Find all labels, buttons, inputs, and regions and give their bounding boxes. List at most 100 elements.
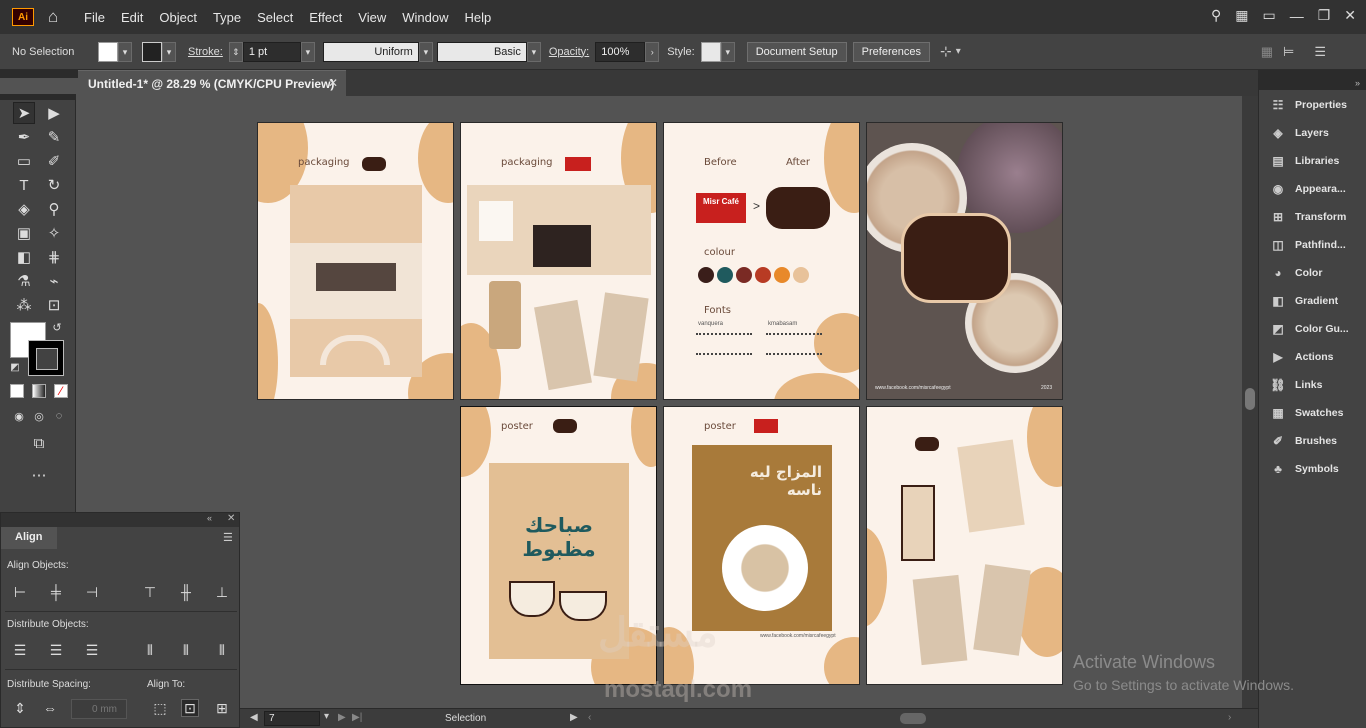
align-vertical-center-icon[interactable]: ╫ bbox=[177, 583, 195, 601]
artboard-dropdown-icon[interactable]: ▾ bbox=[324, 711, 329, 722]
menu-type[interactable]: Type bbox=[213, 10, 241, 25]
color-mode-icon[interactable] bbox=[10, 384, 24, 398]
close-tab-icon[interactable]: ✕ bbox=[328, 76, 338, 90]
spacing-input[interactable]: 0 mm bbox=[71, 699, 127, 719]
artboard-photo[interactable]: www.facebook.com/misrcafeegypt 2023 bbox=[866, 122, 1063, 400]
vertical-scroll-thumb[interactable] bbox=[1245, 388, 1255, 410]
align-options-icon[interactable]: ⊨ bbox=[1283, 44, 1294, 60]
draw-behind-icon[interactable]: ◎ bbox=[31, 408, 47, 424]
panel-options-icon[interactable]: ☰ bbox=[223, 531, 233, 544]
restore-icon[interactable]: ❐ bbox=[1318, 7, 1331, 24]
last-artboard-icon[interactable]: ▶| bbox=[352, 712, 362, 723]
horizontal-scroll-thumb[interactable] bbox=[900, 713, 926, 724]
artboard-number-input[interactable]: 7 bbox=[264, 711, 320, 726]
close-panel-icon[interactable]: ✕ bbox=[227, 513, 235, 524]
none-mode-icon[interactable]: ⁄ bbox=[54, 384, 68, 398]
eyedropper-tool-icon[interactable]: ⚗ bbox=[13, 270, 35, 292]
panel-symbols[interactable]: ♣ Symbols bbox=[1269, 462, 1339, 476]
collapse-panel-icon[interactable]: « bbox=[207, 513, 212, 523]
artboard-packaging-2[interactable]: packaging bbox=[460, 122, 657, 400]
symbol-sprayer-tool-icon[interactable]: ⁂ bbox=[13, 294, 35, 316]
align-grid-icon[interactable]: ▦ bbox=[1261, 44, 1273, 60]
panel-libraries[interactable]: ▤ Libraries bbox=[1269, 154, 1339, 168]
type-tool-icon[interactable]: T bbox=[13, 174, 35, 196]
align-bottom-icon[interactable]: ⊥ bbox=[213, 583, 231, 601]
align-to-artboard-icon[interactable]: ⊡ bbox=[181, 699, 199, 717]
preferences-button[interactable]: Preferences bbox=[852, 41, 930, 62]
panel-brushes[interactable]: ✐ Brushes bbox=[1269, 434, 1337, 448]
opacity-arrow[interactable]: › bbox=[645, 41, 660, 62]
panel-pathfinder[interactable]: ◫ Pathfind... bbox=[1269, 238, 1345, 252]
document-setup-button[interactable]: Document Setup bbox=[746, 41, 847, 62]
horizontal-spacing-icon[interactable]: ⇔ bbox=[41, 699, 59, 717]
stroke-swatch[interactable] bbox=[142, 41, 162, 62]
artboard-mockups[interactable] bbox=[866, 406, 1063, 685]
pen-tool-icon[interactable]: ✒ bbox=[13, 126, 35, 148]
panel-gradient[interactable]: ◧ Gradient bbox=[1269, 294, 1338, 308]
default-colors-icon[interactable]: ◩ bbox=[8, 360, 22, 374]
gradient-mode-icon[interactable] bbox=[32, 384, 46, 398]
distribute-horizontal-center-icon[interactable]: ⫴ bbox=[177, 641, 195, 659]
prev-artboard-icon[interactable]: ◀ bbox=[250, 712, 258, 723]
gradient-tool-icon[interactable]: ◧ bbox=[13, 246, 35, 268]
menu-edit[interactable]: Edit bbox=[121, 10, 143, 25]
align-tab[interactable]: Align bbox=[1, 527, 57, 549]
align-to-key-object-icon[interactable]: ⊞ bbox=[213, 699, 231, 717]
fill-dropdown[interactable]: ▾ bbox=[118, 41, 132, 62]
screen-mode-icon[interactable]: ⧉ bbox=[28, 432, 50, 454]
stroke-label[interactable]: Stroke: bbox=[188, 46, 223, 58]
panel-links[interactable]: ⛓ Links bbox=[1269, 378, 1322, 392]
close-window-icon[interactable]: ✕ bbox=[1344, 7, 1356, 24]
align-to-selection-icon[interactable]: ⬚ bbox=[151, 699, 169, 717]
distribute-vertical-center-icon[interactable]: ☰ bbox=[47, 641, 65, 659]
mesh-tool-icon[interactable]: ⋕ bbox=[43, 246, 65, 268]
vertical-scrollbar[interactable] bbox=[1242, 96, 1258, 708]
expand-panels-icon[interactable]: » bbox=[1355, 78, 1360, 88]
distribute-left-icon[interactable]: ⫴ bbox=[141, 641, 159, 659]
stroke-weight-dropdown[interactable]: ▾ bbox=[300, 41, 315, 62]
stroke-color-dropdown[interactable]: ▾ bbox=[162, 41, 176, 62]
arrange-icon[interactable]: ⊹ bbox=[940, 43, 952, 60]
style-dropdown[interactable]: ▾ bbox=[720, 41, 735, 62]
stroke-profile-select[interactable]: Uniform bbox=[322, 41, 419, 62]
align-right-icon[interactable]: ⊣ bbox=[83, 583, 101, 601]
artboard-branding[interactable]: Before After Misr Café > colour Fonts va… bbox=[663, 122, 860, 400]
status-menu-icon[interactable]: ▶ bbox=[570, 712, 578, 723]
stroke-weight-input[interactable]: 1 pt bbox=[242, 41, 301, 62]
arrange-dropdown-icon[interactable]: ▾ bbox=[956, 46, 961, 57]
document-tab[interactable]: Untitled-1* @ 28.29 % (CMYK/CPU Preview)… bbox=[78, 70, 346, 96]
align-top-icon[interactable]: ⊤ bbox=[141, 583, 159, 601]
artboard-packaging-1[interactable]: packaging bbox=[257, 122, 454, 400]
panel-transform[interactable]: ⊞ Transform bbox=[1269, 210, 1346, 224]
paintbrush-tool-icon[interactable]: ✐ bbox=[43, 150, 65, 172]
eraser-tool-icon[interactable]: ◈ bbox=[13, 198, 35, 220]
minimize-icon[interactable]: — bbox=[1290, 8, 1304, 24]
panel-swatches[interactable]: ▦ Swatches bbox=[1269, 406, 1343, 420]
artboard-tool-icon[interactable]: ⊡ bbox=[43, 294, 65, 316]
panel-color-guide[interactable]: ◩ Color Gu... bbox=[1269, 322, 1348, 336]
stroke-profile-dropdown[interactable]: ▾ bbox=[418, 41, 433, 62]
panel-properties[interactable]: ☷ Properties bbox=[1269, 98, 1347, 112]
panel-menu-icon[interactable]: ☰ bbox=[1314, 44, 1326, 60]
next-artboard-icon[interactable]: ▶ bbox=[338, 712, 346, 723]
menu-select[interactable]: Select bbox=[257, 10, 293, 25]
opacity-input[interactable]: 100% bbox=[595, 41, 646, 62]
edit-toolbar-icon[interactable]: ⋯ bbox=[28, 464, 50, 486]
graphic-style-swatch[interactable] bbox=[700, 41, 721, 62]
blend-tool-icon[interactable]: ⌁ bbox=[43, 270, 65, 292]
brush-dropdown[interactable]: ▾ bbox=[526, 41, 541, 62]
menu-file[interactable]: File bbox=[84, 10, 105, 25]
panel-layers[interactable]: ◈ Layers bbox=[1269, 126, 1328, 140]
distribute-top-icon[interactable]: ☰ bbox=[11, 641, 29, 659]
draw-inside-icon[interactable]: ◌ bbox=[51, 408, 67, 424]
swap-colors-icon[interactable]: ↺ bbox=[50, 320, 64, 334]
menu-effect[interactable]: Effect bbox=[309, 10, 342, 25]
opacity-label[interactable]: Opacity: bbox=[549, 46, 589, 58]
panel-color[interactable]: ◕ Color bbox=[1269, 266, 1322, 280]
selection-tool-icon[interactable]: ➤ bbox=[13, 102, 35, 124]
menu-view[interactable]: View bbox=[358, 10, 386, 25]
menu-help[interactable]: Help bbox=[464, 10, 491, 25]
distribute-bottom-icon[interactable]: ☰ bbox=[83, 641, 101, 659]
panel-actions[interactable]: ▶ Actions bbox=[1269, 350, 1333, 364]
curvature-tool-icon[interactable]: ✎ bbox=[43, 126, 65, 148]
